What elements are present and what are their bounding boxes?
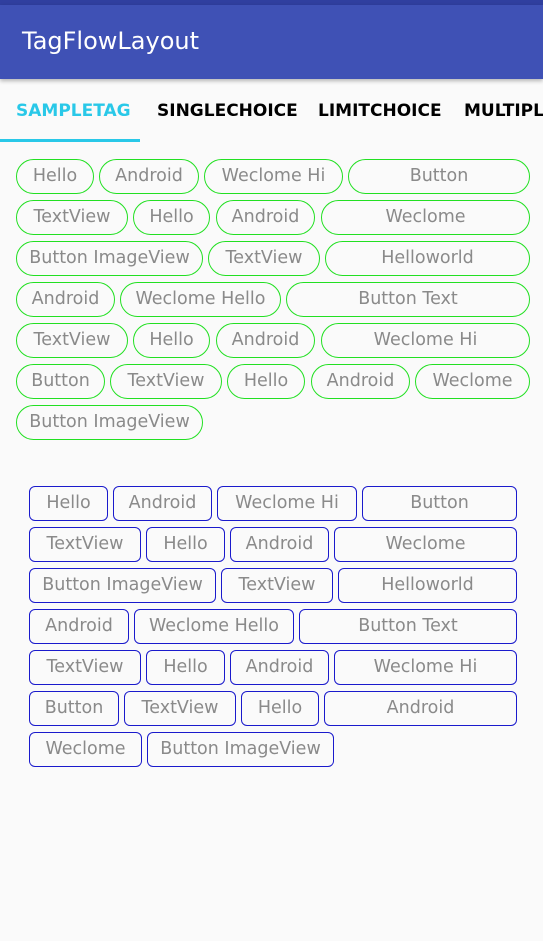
tag-square[interactable]: Helloworld [338, 568, 517, 603]
tag-rounded[interactable]: Button [348, 159, 530, 194]
tag-rounded[interactable]: Android [216, 200, 315, 235]
tag-rounded[interactable]: Button Text [286, 282, 530, 317]
tab-multiple[interactable]: MULTIPLE [464, 79, 543, 143]
tag-square[interactable]: Android [230, 527, 329, 562]
tab-bar: SAMPLETAG SINGLECHOICE LIMITCHOICE MULTI… [0, 79, 543, 143]
tag-square[interactable]: Android [113, 486, 212, 521]
tag-rounded[interactable]: Weclome Hi [204, 159, 343, 194]
tag-square[interactable]: TextView [124, 691, 236, 726]
tag-rounded[interactable]: TextView [16, 200, 128, 235]
tag-rounded[interactable]: Android [99, 159, 199, 194]
tab-indicator [0, 139, 140, 142]
app-title: TagFlowLayout [22, 27, 199, 55]
tag-square[interactable]: Weclome Hi [217, 486, 357, 521]
tag-square[interactable]: Android [29, 609, 129, 644]
tag-rounded[interactable]: Weclome [415, 364, 530, 399]
tag-rounded[interactable]: Button ImageView [16, 405, 203, 440]
app-bar: TagFlowLayout [0, 5, 543, 79]
tag-rounded[interactable]: Button [16, 364, 105, 399]
tag-square[interactable]: Button [362, 486, 517, 521]
tag-rounded[interactable]: Hello [133, 200, 210, 235]
tag-rounded[interactable]: TextView [16, 323, 128, 358]
tab-limitchoice[interactable]: LIMITCHOICE [318, 79, 442, 143]
tag-rounded[interactable]: Weclome Hello [120, 282, 281, 317]
tag-square[interactable]: Hello [29, 486, 108, 521]
tag-rounded[interactable]: Weclome Hi [321, 323, 530, 358]
tag-rounded[interactable]: Hello [16, 159, 94, 194]
tag-rounded[interactable]: Weclome [321, 200, 530, 235]
tag-square[interactable]: Android [324, 691, 517, 726]
tag-rounded[interactable]: Android [16, 282, 115, 317]
tag-rounded[interactable]: TextView [110, 364, 222, 399]
tag-square[interactable]: Hello [146, 527, 225, 562]
tag-square[interactable]: TextView [29, 527, 141, 562]
tag-square[interactable]: Button ImageView [29, 568, 216, 603]
tag-square[interactable]: Weclome [29, 732, 142, 767]
tag-rounded[interactable]: Button ImageView [16, 241, 203, 276]
tag-square[interactable]: Weclome Hi [334, 650, 517, 685]
tag-square[interactable]: Hello [146, 650, 225, 685]
tag-square[interactable]: Weclome [334, 527, 517, 562]
tab-sampletag[interactable]: SAMPLETAG [16, 79, 131, 143]
tag-square[interactable]: Button ImageView [147, 732, 334, 767]
tab-singlechoice[interactable]: SINGLECHOICE [157, 79, 298, 143]
tag-square[interactable]: Weclome Hello [134, 609, 294, 644]
tag-rounded[interactable]: Hello [133, 323, 210, 358]
tag-rounded[interactable]: Android [216, 323, 315, 358]
tag-square[interactable]: Button Text [299, 609, 517, 644]
tag-rounded[interactable]: TextView [208, 241, 320, 276]
tag-square[interactable]: TextView [221, 568, 333, 603]
tag-rounded[interactable]: Hello [227, 364, 305, 399]
tag-rounded[interactable]: Helloworld [325, 241, 530, 276]
tag-rounded[interactable]: Android [311, 364, 410, 399]
tag-square[interactable]: Button [29, 691, 119, 726]
tag-square[interactable]: Android [230, 650, 329, 685]
tag-square[interactable]: TextView [29, 650, 141, 685]
tag-square[interactable]: Hello [241, 691, 319, 726]
